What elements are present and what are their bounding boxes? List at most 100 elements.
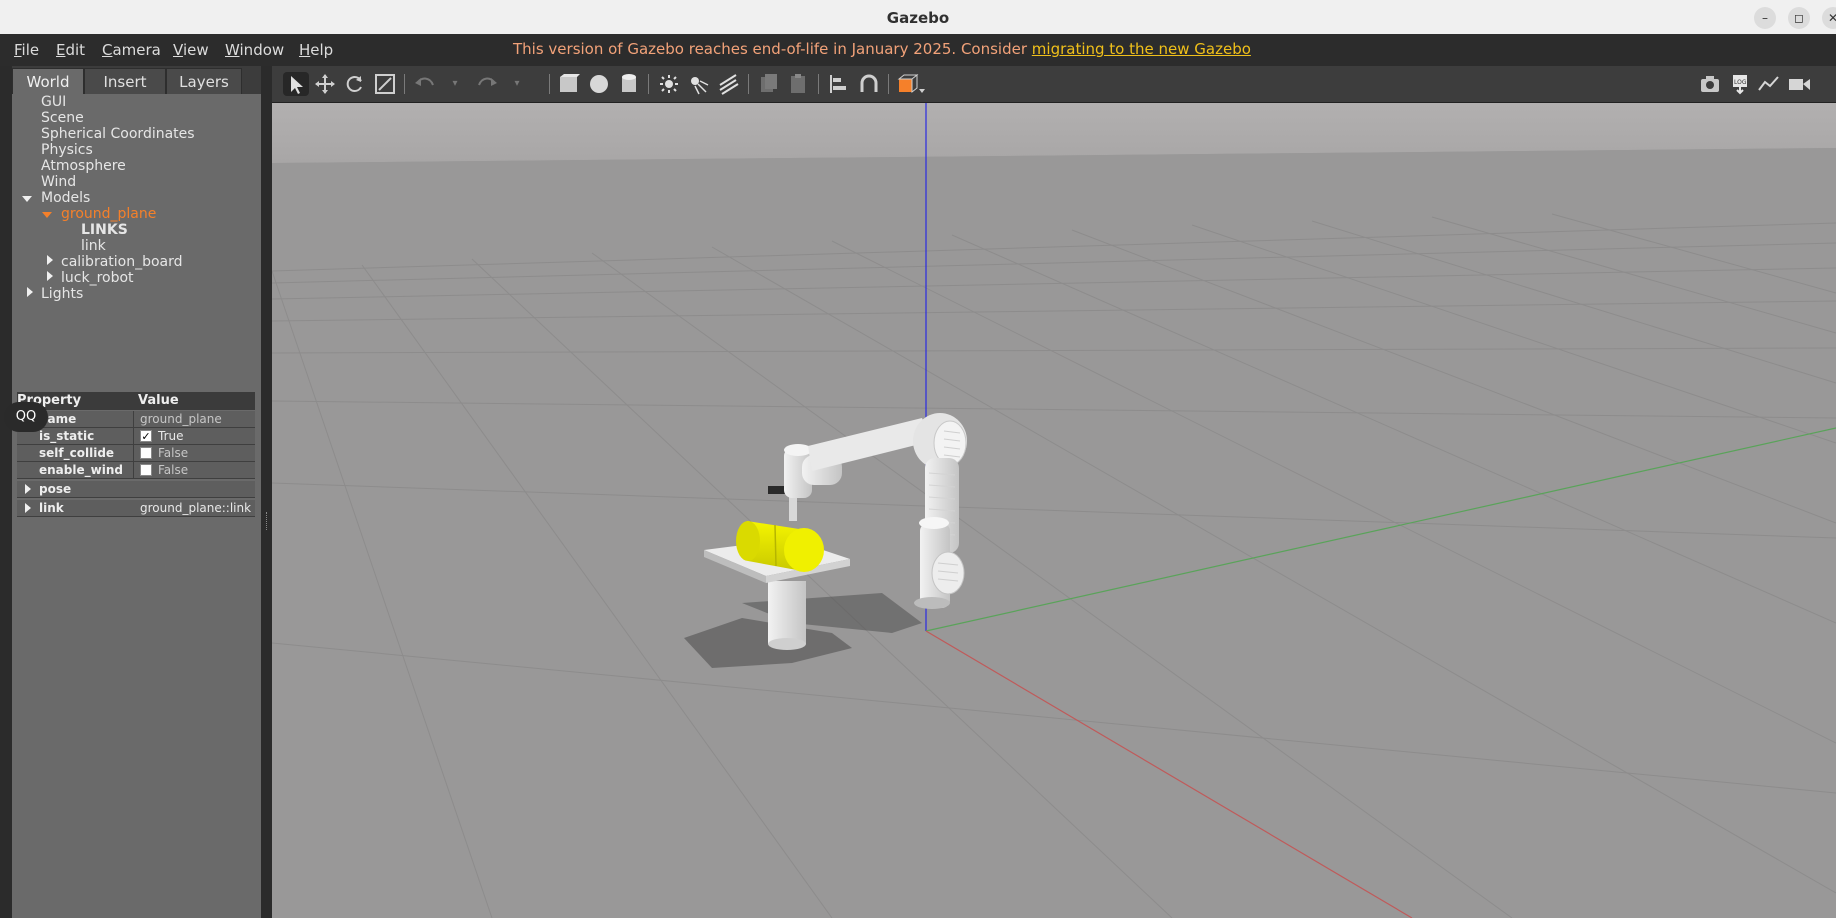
translate-mode-icon[interactable]: [312, 72, 338, 96]
self-collide-checkbox[interactable]: [140, 447, 152, 459]
rotate-mode-icon[interactable]: [342, 72, 368, 96]
left-panel: World Insert Layers GUI Scene Spherical …: [12, 66, 261, 918]
tree-item-physics[interactable]: Physics: [41, 142, 93, 158]
align-icon[interactable]: [826, 72, 852, 96]
eol-notice-text: This version of Gazebo reaches end-of-li…: [513, 40, 1032, 58]
tree-item-scene[interactable]: Scene: [41, 110, 84, 126]
toolbar-separator: [648, 74, 649, 94]
minimize-button[interactable]: –: [1754, 7, 1776, 29]
window-title: Gazebo: [886, 9, 950, 27]
menu-file[interactable]: File: [14, 41, 39, 59]
box-shape-icon[interactable]: [556, 72, 582, 96]
menu-help[interactable]: Help: [299, 41, 333, 59]
expand-ground-plane-icon[interactable]: [42, 212, 52, 218]
toolbar-separator: [888, 74, 889, 94]
scale-mode-icon[interactable]: [372, 72, 398, 96]
migration-link[interactable]: migrating to the new Gazebo: [1032, 40, 1251, 58]
plot-icon[interactable]: [1756, 72, 1782, 96]
property-table-header: Property Value: [17, 392, 255, 410]
property-row-pose[interactable]: pose: [17, 481, 255, 498]
expand-link-icon[interactable]: [25, 503, 31, 513]
undo-icon[interactable]: [412, 72, 438, 96]
vertical-splitter[interactable]: [263, 66, 271, 918]
expand-lights-icon[interactable]: [27, 287, 33, 297]
splitter-grip-icon[interactable]: [266, 512, 269, 530]
tab-insert[interactable]: Insert: [84, 68, 166, 95]
eol-notice: This version of Gazebo reaches end-of-li…: [513, 40, 1251, 58]
tree-item-luck-robot[interactable]: luck_robot: [61, 270, 134, 286]
qq-floating-badge[interactable]: QQ: [4, 402, 48, 432]
maximize-button[interactable]: ◻: [1788, 7, 1810, 29]
tab-layers[interactable]: Layers: [166, 68, 242, 95]
property-row-self-collide[interactable]: self_collide False: [17, 445, 255, 462]
tree-item-atmosphere[interactable]: Atmosphere: [41, 158, 126, 174]
expand-luck-robot-icon[interactable]: [47, 271, 53, 281]
property-row-is-static[interactable]: is_static ✓ True: [17, 428, 255, 445]
snap-icon[interactable]: [856, 72, 882, 96]
tree-item-link[interactable]: link: [81, 238, 106, 254]
directional-light-icon[interactable]: [716, 72, 742, 96]
toolbar-separator: [549, 74, 550, 94]
scene-toolbar: ▾ ▾ LOG: [272, 66, 1836, 103]
redo-icon[interactable]: [474, 72, 500, 96]
property-row-link[interactable]: link ground_plane::link: [17, 500, 255, 517]
video-record-icon[interactable]: [1786, 72, 1812, 96]
sphere-shape-icon[interactable]: [586, 72, 612, 96]
link-label: link: [39, 501, 64, 515]
toolbar-separator: [818, 74, 819, 94]
menu-view[interactable]: View: [173, 41, 209, 59]
svg-text:LOG: LOG: [1734, 79, 1747, 86]
is-static-checkbox[interactable]: ✓: [140, 430, 152, 442]
copy-icon[interactable]: [756, 72, 782, 96]
enable-wind-label: enable_wind: [39, 463, 123, 477]
menu-bar: File Edit Camera View Window Help This v…: [0, 34, 1836, 66]
cylinder-shape-icon[interactable]: [616, 72, 642, 96]
tree-item-lights[interactable]: Lights: [41, 286, 83, 302]
is-static-label: is_static: [39, 429, 95, 443]
point-light-icon[interactable]: [656, 72, 682, 96]
spot-light-icon[interactable]: [686, 72, 712, 96]
tree-item-spherical-coordinates[interactable]: Spherical Coordinates: [41, 126, 195, 142]
world-tree: GUI Scene Spherical Coordinates Physics …: [12, 94, 261, 394]
undo-history-dropdown-icon[interactable]: ▾: [442, 72, 468, 96]
tree-item-calibration-board[interactable]: calibration_board: [61, 254, 183, 270]
scene-render: [272, 103, 1836, 918]
tree-item-ground-plane[interactable]: ground_plane: [61, 206, 156, 222]
expand-pose-icon[interactable]: [25, 484, 31, 494]
tree-item-links-header: LINKS: [81, 222, 128, 238]
enable-wind-checkbox[interactable]: [140, 464, 152, 476]
property-row-enable-wind[interactable]: enable_wind False: [17, 462, 255, 479]
log-icon[interactable]: LOG: [1727, 72, 1753, 96]
property-name-value: ground_plane: [140, 412, 222, 426]
panel-tabs: World Insert Layers: [12, 66, 261, 95]
redo-history-dropdown-icon[interactable]: ▾: [504, 72, 530, 96]
pose-label: pose: [39, 482, 72, 496]
expand-models-icon[interactable]: [22, 196, 32, 202]
menu-window[interactable]: Window: [225, 41, 284, 59]
view-angle-icon[interactable]: [896, 72, 925, 96]
self-collide-value: False: [158, 446, 189, 460]
toolbar-separator: [748, 74, 749, 94]
window-titlebar: Gazebo – ◻ ✕: [0, 0, 1836, 35]
column-divider: [133, 428, 134, 444]
column-divider: [133, 445, 134, 461]
value-column-header: Value: [138, 393, 179, 408]
tree-item-wind[interactable]: Wind: [41, 174, 76, 190]
tree-item-models[interactable]: Models: [41, 190, 90, 206]
is-static-value: True: [158, 429, 184, 443]
scene-viewport[interactable]: [272, 103, 1836, 918]
tab-world[interactable]: World: [12, 68, 84, 95]
property-row-name[interactable]: name ground_plane: [17, 411, 255, 428]
link-value: ground_plane::link: [140, 501, 252, 515]
expand-calibration-board-icon[interactable]: [47, 255, 53, 265]
menu-edit[interactable]: Edit: [56, 41, 85, 59]
menu-camera[interactable]: Camera: [102, 41, 161, 59]
paste-icon[interactable]: [786, 72, 812, 96]
column-divider: [133, 462, 134, 478]
column-divider: [133, 411, 134, 427]
tree-item-gui[interactable]: GUI: [41, 94, 66, 110]
self-collide-label: self_collide: [39, 446, 115, 460]
enable-wind-value: False: [158, 463, 189, 477]
select-mode-icon[interactable]: [283, 72, 309, 96]
screenshot-icon[interactable]: [1697, 72, 1723, 96]
